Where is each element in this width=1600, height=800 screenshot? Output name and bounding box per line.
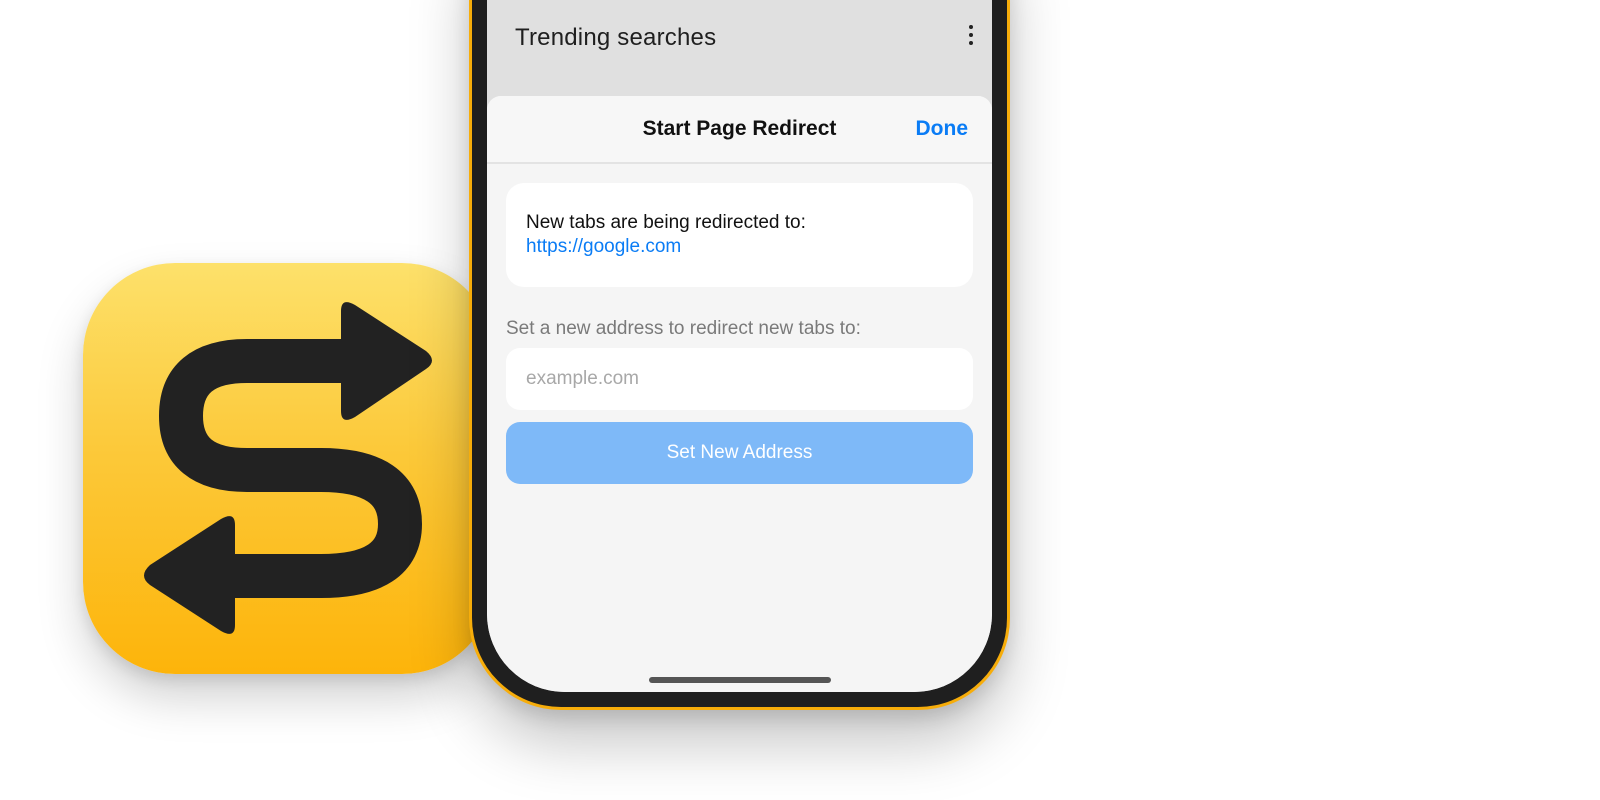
phone-frame: Trending searches Start Page Redirect Do… — [469, 0, 1010, 710]
trending-searches-heading: Trending searches — [515, 24, 717, 51]
new-address-label: Set a new address to redirect new tabs t… — [506, 318, 861, 339]
phone-screen: Trending searches Start Page Redirect Do… — [487, 0, 992, 692]
new-address-input[interactable] — [506, 348, 973, 410]
dot — [969, 25, 973, 29]
sheet-header: Start Page Redirect Done — [487, 96, 992, 164]
redirect-info-text: New tabs are being redirected to: — [526, 212, 806, 233]
current-redirect-url[interactable]: https://google.com — [526, 235, 953, 259]
set-new-address-button[interactable]: Set New Address — [506, 422, 973, 484]
start-page-redirect-sheet: Start Page Redirect Done New tabs are be… — [487, 96, 992, 692]
more-options-icon[interactable] — [966, 25, 976, 45]
done-button[interactable]: Done — [916, 117, 969, 141]
app-icon — [83, 263, 494, 674]
current-redirect-card: New tabs are being redirected to: https:… — [506, 183, 973, 287]
dot — [969, 41, 973, 45]
dot — [969, 33, 973, 37]
redirect-s-arrows-icon — [144, 302, 432, 634]
home-indicator — [648, 677, 831, 683]
